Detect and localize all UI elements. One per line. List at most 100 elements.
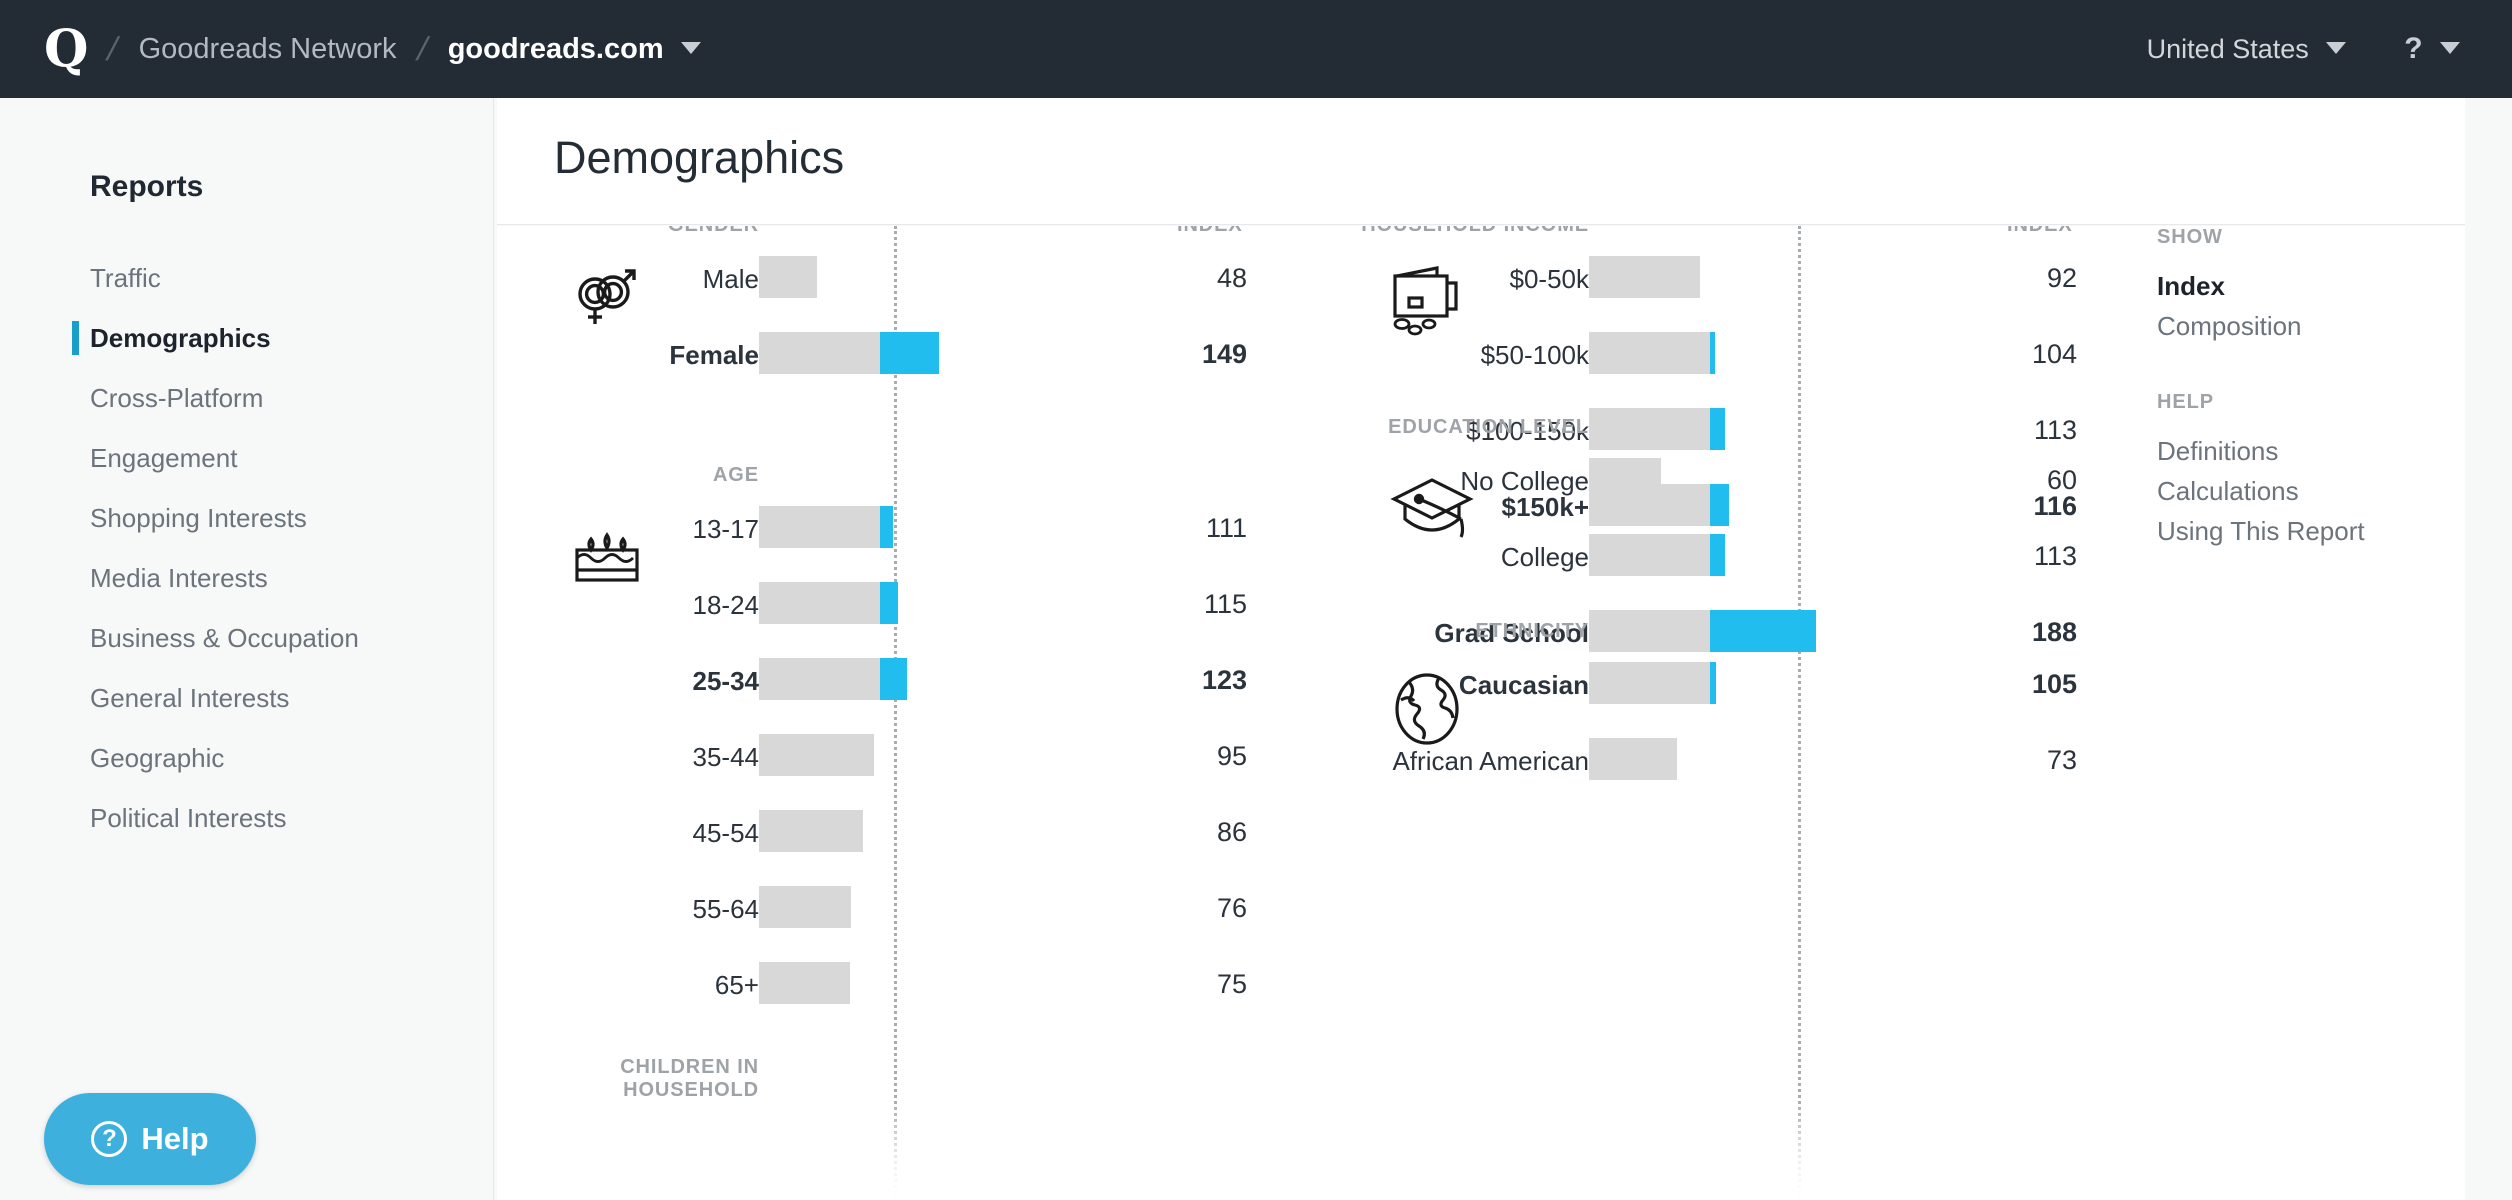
bar-segment-below-baseline [759, 810, 863, 852]
bar-track [759, 734, 880, 776]
sidebar-title: Reports [90, 170, 204, 203]
bar-track [759, 886, 880, 928]
bar-track [759, 962, 880, 1004]
sidebar-item-business-occupation[interactable]: Business & Occupation [0, 608, 493, 668]
sidebar-item-traffic[interactable]: Traffic [0, 248, 493, 308]
breadcrumb-separator-2: / [413, 30, 432, 67]
sidebar-item-label: Political Interests [90, 802, 287, 833]
country-label: United States [2146, 33, 2309, 64]
bar-segment-below-baseline [759, 962, 850, 1004]
chart-row: Female 149 [497, 322, 1327, 398]
help-floating-button[interactable]: ? Help [44, 1093, 256, 1185]
show-option-composition[interactable]: Composition [2157, 306, 2457, 346]
bar-segment-below-baseline [759, 734, 874, 776]
help-link-using-this-report[interactable]: Using This Report [2157, 511, 2457, 551]
bar-track [1589, 662, 1716, 704]
index-value: 95 [1216, 741, 1247, 771]
index-value: 60 [2046, 465, 2077, 495]
show-option-index[interactable]: Index [2157, 266, 2457, 306]
bar-segment-below-baseline [1589, 458, 1662, 500]
bar-segment-below-baseline [1589, 662, 1710, 704]
top-navigation-bar: Q / Goodreads Network / goodreads.com Un… [0, 0, 2512, 98]
sidebar-item-general-interests[interactable]: General Interests [0, 668, 493, 728]
bar-track [1589, 738, 1710, 780]
group-title-age: AGE [712, 464, 759, 486]
bar-segment-above-baseline [1709, 332, 1715, 374]
index-value: 111 [1205, 513, 1247, 543]
index-value: 75 [1216, 969, 1247, 999]
page-title: Demographics [554, 132, 845, 183]
bar-track [759, 256, 880, 298]
chart-row: 18-24 115 [497, 572, 1327, 648]
group-title-gender: GENDER [668, 226, 759, 237]
sidebar-item-demographics[interactable]: Demographics [0, 308, 493, 368]
row-label: Caucasian [1458, 670, 1589, 700]
page-header: Demographics [497, 98, 2465, 225]
sidebar-item-label: Traffic [90, 262, 161, 293]
bar-track [759, 582, 898, 624]
sidebar-item-label: General Interests [90, 682, 290, 713]
bar-segment-below-baseline [759, 506, 880, 548]
group-title-children-in-household: CHILDREN IN HOUSEHOLD [620, 1056, 759, 1101]
report-body: INDEX GENDER Male 48 Female 149 AGE 13-17 111 18-… [497, 226, 2465, 1200]
sidebar-item-political-interests[interactable]: Political Interests [0, 788, 493, 848]
row-label: 13-17 [692, 514, 760, 544]
sidebar-item-engagement[interactable]: Engagement [0, 428, 493, 488]
index-value: 113 [2033, 541, 2077, 571]
row-label: 25-34 [692, 666, 760, 696]
sidebar-item-shopping-interests[interactable]: Shopping Interests [0, 488, 493, 548]
help-link-calculations[interactable]: Calculations [2157, 471, 2457, 511]
index-value: 86 [1216, 817, 1247, 847]
help-menu[interactable]: ? [2346, 32, 2460, 66]
index-column-header: INDEX [2007, 226, 2073, 237]
quantcast-logo[interactable]: Q [44, 23, 88, 75]
group-title-ethnicity: ETHNICITY [1475, 620, 1589, 642]
breadcrumb-separator-1: / [103, 30, 123, 67]
bar-segment-below-baseline [759, 256, 817, 298]
question-mark-icon: ? [2404, 32, 2423, 65]
bar-segment-below-baseline [1589, 408, 1710, 450]
sidebar-item-label: Engagement [90, 442, 238, 473]
sidebar-item-media-interests[interactable]: Media Interests [0, 548, 493, 608]
bar-segment-above-baseline [1709, 662, 1716, 704]
index-value: 113 [2033, 415, 2077, 445]
bar-segment-below-baseline [1589, 610, 1710, 652]
breadcrumb-site-selector[interactable]: goodreads.com [447, 32, 702, 66]
row-label: 55-64 [692, 894, 760, 924]
chevron-down-icon [681, 41, 702, 54]
bar-track [759, 658, 908, 700]
bar-segment-below-baseline [1589, 256, 1701, 298]
index-value: 73 [2046, 745, 2077, 775]
sidebar-item-geographic[interactable]: Geographic [0, 728, 493, 788]
bar-track [1589, 534, 1726, 576]
sidebar-nav-list: Traffic Demographics Cross-Platform Engagem… [0, 248, 493, 848]
chevron-down-icon [2326, 41, 2347, 54]
bar-segment-above-baseline [879, 582, 898, 624]
bar-segment-above-baseline [1709, 610, 1816, 652]
bar-segment-below-baseline [1589, 332, 1710, 374]
sidebar-item-cross-platform[interactable]: Cross-Platform [0, 368, 493, 428]
bar-track [759, 332, 939, 374]
bar-segment-below-baseline [759, 582, 880, 624]
help-link-definitions[interactable]: Definitions [2157, 431, 2457, 471]
bar-track [1589, 458, 1710, 500]
show-options-list: Index Composition [2157, 266, 2457, 346]
country-selector[interactable]: United States [2147, 34, 2347, 65]
chart-row: 65+ 75 [497, 952, 1327, 1028]
bar-segment-above-baseline [879, 332, 939, 374]
chart-row: 35-44 95 [497, 724, 1327, 800]
sidebar-item-label: Geographic [90, 742, 225, 773]
index-value: 115 [1203, 589, 1247, 619]
index-value: 104 [2031, 339, 2077, 369]
help-heading: HELP [2157, 391, 2214, 413]
chart-row: 55-64 76 [497, 876, 1327, 952]
bar-track [1589, 610, 1816, 652]
chart-row: Male 48 [497, 246, 1327, 322]
bar-segment-below-baseline [1589, 534, 1710, 576]
breadcrumb-site-label: goodreads.com [447, 32, 664, 65]
sidebar-item-label: Demographics [90, 322, 271, 353]
bar-segment-below-baseline [759, 886, 851, 928]
breadcrumb-network[interactable]: Goodreads Network [139, 33, 397, 66]
bar-track [1589, 256, 1710, 298]
bar-track [759, 506, 893, 548]
